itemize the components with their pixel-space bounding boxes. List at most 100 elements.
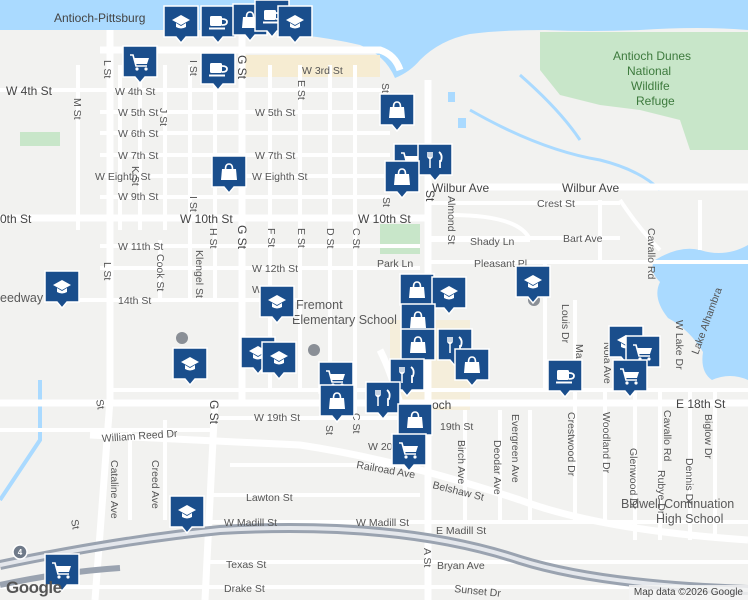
label-e-19th: 19th St [440,421,473,433]
label-h-st: H St [207,228,219,249]
label-creed: Creed Ave [149,460,161,509]
label-w-4th: W 4th St [6,84,53,98]
label-w-eighth: W Eighth St [95,171,151,183]
restaurant-marker[interactable] [417,143,453,182]
label-deodar: Deodar Ave [491,440,503,495]
label-cook: Cook St [154,254,166,291]
label-st-stub-4: St [323,425,335,435]
pond [448,92,455,102]
label-c-st: C St [350,228,362,249]
label-cavallo: Cavallo Rd [645,228,657,280]
label-dunes-3: Wildlife [631,79,670,93]
label-w-5th: W 5th St [118,107,158,119]
label-w-5th-2: W 5th St [255,107,295,119]
coffee-marker[interactable] [547,359,583,398]
label-st-stub-2: St [380,197,392,207]
label-wilbur-2: Wilbur Ave [562,181,619,195]
shopping-bag-marker[interactable] [384,160,420,199]
school-marker[interactable] [277,5,313,44]
label-w-lake: W Lake Dr [673,320,685,370]
shopping-bag-marker[interactable] [454,348,490,387]
label-cataline: Cataline Ave [108,460,120,519]
label-f-st: F St [265,228,277,247]
label-w-4th-2: W 4th St [115,86,155,98]
label-a-st: A St [421,548,433,567]
park-small [20,132,60,146]
label-dunes-1: Antioch Dunes [613,49,691,63]
label-g-st-2: G St [235,225,249,250]
label-w-10th: W 10th St [180,212,233,226]
shopping-bag-marker[interactable] [211,155,247,194]
school-marker[interactable] [515,265,551,304]
label-antioch-pittsburg: Antioch-Pittsburg [54,11,145,25]
label-wilbur: Wilbur Ave [432,181,489,195]
label-crestwood: Crestwood Dr [565,412,577,477]
map-data-attribution: Map data ©2026 Google [628,585,748,600]
label-w-6th: W 6th St [118,128,158,140]
label-st-stub-3: St [423,190,437,202]
shopping-bag-marker[interactable] [379,93,415,132]
label-w-12th: W 12th St [252,263,298,275]
shopping-bag-marker[interactable] [319,384,355,423]
label-m-st: M St [71,98,83,120]
label-dunes-4: Refuge [636,94,675,108]
label-k-st: K St [129,166,141,186]
label-fremont: Fremont [296,298,343,312]
svg-text:4: 4 [18,548,23,557]
pond-2 [458,118,466,128]
label-g-st-3: G St [207,400,221,425]
label-e-st: E St [295,80,307,100]
label-w-20th: W 20 [368,441,393,453]
label-i-st: I St [187,60,199,76]
label-e-18th: E 18th St [676,397,726,411]
label-biglow: Biglow Dr [702,414,714,459]
shopping-cart-marker[interactable] [391,433,427,472]
label-e-st-2: E St [295,228,307,248]
school-marker[interactable] [163,5,199,44]
label-texas: Texas St [226,559,266,571]
school-marker[interactable] [169,495,205,534]
label-w-10th-2: W 10th St [358,212,411,226]
label-lawton: Lawton St [246,492,293,504]
route-4-shield: 4 [12,544,28,560]
shopping-cart-marker[interactable] [122,45,158,84]
label-st-stub: St [379,83,391,93]
label-cavallo-2: Cavallo Rd [661,410,673,462]
coffee-marker[interactable] [200,52,236,91]
school-marker[interactable] [261,341,297,380]
label-l-st: L St [101,60,113,78]
label-woodland: Woodland Dr [600,412,612,474]
label-shady: Shady Ln [470,236,515,248]
coffee-marker[interactable] [200,5,236,44]
label-bryan: Bryan Ave [437,560,485,572]
label-w-eighth-2: W Eighth St [252,171,308,183]
label-w-madill: W Madill St [224,517,277,529]
label-crest: Crest St [537,198,575,210]
label-l-st-2: L St [101,262,113,280]
shopping-cart-marker[interactable] [612,359,648,398]
label-dunes-2: National [627,64,671,78]
label-fremont-2: Elementary School [292,313,397,327]
label-d-st: D St [324,228,336,249]
label-ma: Ma [573,344,585,359]
label-klengel: Klengel St [193,250,205,298]
school-marker[interactable] [44,270,80,309]
label-j-st: J St [157,108,169,126]
label-speedway: eedway [0,291,44,305]
school-marker[interactable] [431,276,467,315]
school-marker[interactable] [259,285,295,324]
label-bart: Bart Ave [563,233,603,245]
label-evergreen: Evergreen Ave [509,414,521,483]
school-marker[interactable] [172,347,208,386]
map-canvas[interactable]: 4 Antioch-Pittsburg W 3rd St W 4th St W … [0,0,748,600]
label-drake: Drake St [224,583,265,595]
restaurant-marker[interactable] [365,381,401,420]
label-w-7th-2: W 7th St [255,150,295,162]
label-w-10th-edge: 0th St [0,212,32,226]
label-w-9th: W 9th St [118,191,158,203]
label-bidwell-2: High School [656,512,723,526]
park-c-st [380,224,420,254]
label-e-madill: E Madill St [436,525,486,537]
label-g-st: G St [235,55,249,80]
label-park-ln: Park Ln [377,258,413,270]
